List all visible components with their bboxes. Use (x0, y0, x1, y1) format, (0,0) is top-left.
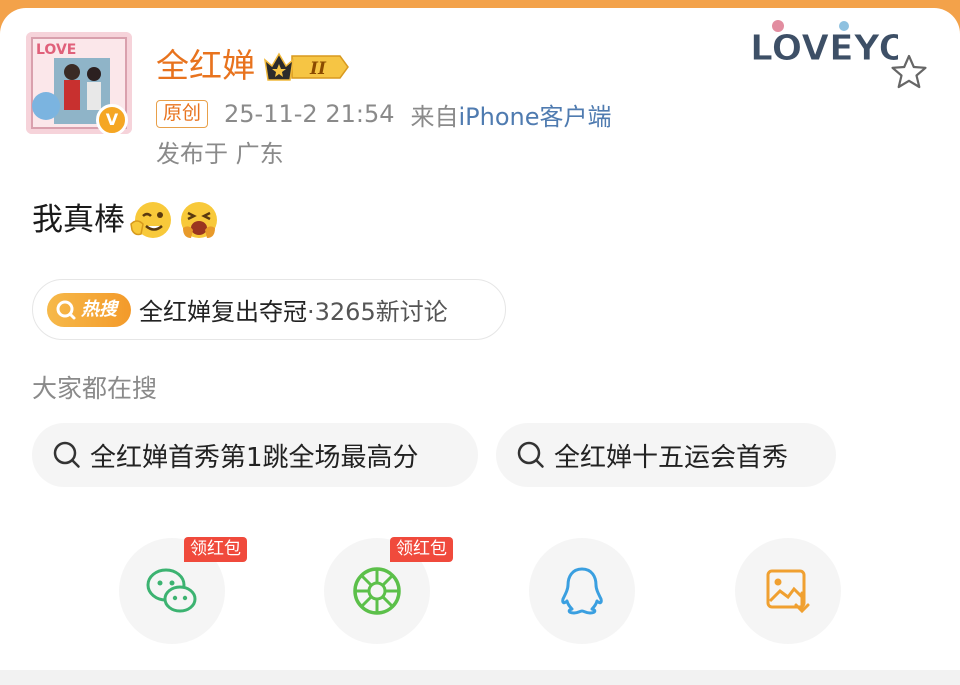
hot-search-tag-text: 热搜 (81, 298, 117, 320)
svg-text:LOVE: LOVE (36, 42, 76, 58)
original-badge: 原创 (156, 100, 209, 128)
post-location: 发布于 广东 (156, 140, 284, 168)
search-icon (517, 441, 544, 468)
post-timestamp: 25-11-2 21:54 (224, 100, 395, 128)
redpack-badge: 领红包 (390, 537, 453, 562)
search-icon (53, 441, 80, 468)
star-icon[interactable] (890, 54, 928, 90)
related-search-chip[interactable]: 全红婵首秀第1跳全场最高分 (32, 423, 478, 487)
hot-search-topic: 全红婵复出夺冠 (139, 298, 307, 326)
level-text: II (309, 59, 327, 79)
verified-badge: V (96, 104, 128, 136)
post-content: 我真棒 (32, 198, 221, 242)
vip-crown-badge[interactable]: II (262, 50, 352, 84)
qq-icon (561, 567, 603, 615)
divider (0, 670, 960, 685)
save-image-icon (766, 569, 810, 614)
username[interactable]: 全红婵 (156, 46, 255, 86)
wink-emoji-icon (130, 202, 171, 238)
source-prefix: 来自 (410, 102, 459, 131)
related-search-chip[interactable]: 全红婵十五运会首秀 (496, 423, 836, 487)
loveyou-watermark: LOVEYOU (750, 20, 898, 70)
wechat-icon (146, 568, 197, 613)
related-search-label: 全红婵首秀第1跳全场最高分 (90, 442, 419, 473)
hot-search-count: ·3265新讨论 (307, 298, 448, 326)
related-search-label: 全红婵十五运会首秀 (554, 442, 789, 473)
hot-search-pill[interactable]: 热搜 全红婵复出夺冠 ·3265新讨论 (32, 279, 506, 340)
moments-icon (353, 567, 401, 615)
share-qq-button[interactable] (529, 538, 635, 644)
laughing-emoji-icon (181, 202, 217, 238)
source-device-link[interactable]: iPhone客户端 (458, 97, 611, 132)
post-meta: 原创 25-11-2 21:54 来自 iPhone客户端 (156, 97, 612, 132)
save-image-button[interactable] (735, 538, 841, 644)
watermark-text: LOVEYOU (750, 28, 898, 69)
redpack-badge: 领红包 (184, 537, 247, 562)
hot-search-tag: 热搜 (47, 292, 131, 327)
post-text: 我真棒 (32, 202, 125, 238)
related-search-title: 大家都在搜 (32, 374, 158, 403)
search-icon (56, 300, 76, 319)
